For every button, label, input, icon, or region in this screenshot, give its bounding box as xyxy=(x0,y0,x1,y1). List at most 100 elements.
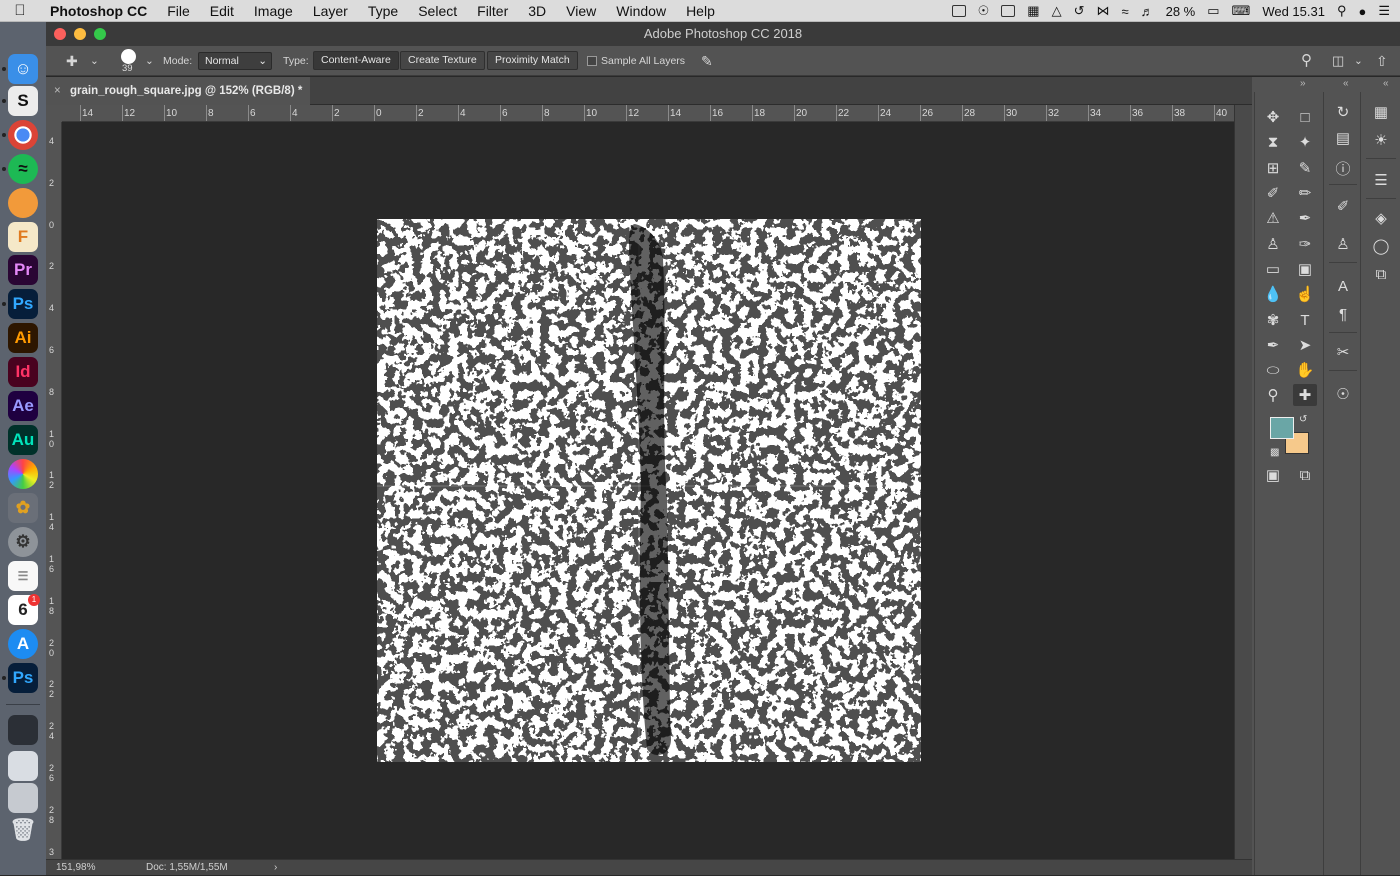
menu-file[interactable]: File xyxy=(157,3,200,19)
premiere-icon[interactable]: Pr xyxy=(8,255,38,285)
history-brush-tool-icon[interactable]: ✑ xyxy=(1293,233,1317,255)
menu-filter[interactable]: Filter xyxy=(467,3,518,19)
hand-tool-icon[interactable]: ✋ xyxy=(1293,359,1317,381)
type-tool-icon[interactable]: T xyxy=(1293,309,1317,331)
audition-icon[interactable]: Au xyxy=(8,425,38,455)
adjustments-panel-icon[interactable]: ☀ xyxy=(1369,128,1393,152)
app-menu[interactable]: Photoshop CC xyxy=(40,3,157,19)
time-machine-icon[interactable]: ↺ xyxy=(1074,3,1085,19)
adobe-status-icon[interactable] xyxy=(951,5,966,17)
document-image[interactable] xyxy=(377,219,921,762)
healing-brush-tool-icon[interactable]: ✚ xyxy=(1293,384,1317,406)
preset-dropdown-icon[interactable]: ⌄ xyxy=(90,46,99,76)
battery-percent[interactable]: 28 % xyxy=(1166,4,1196,19)
screen-mode-icon[interactable]: ⧉ xyxy=(1293,464,1317,486)
zoom-level[interactable]: 151,98% xyxy=(56,860,95,876)
info-panel-icon[interactable]: ⓘ xyxy=(1331,156,1355,180)
paths-panel-icon[interactable]: ⧉ xyxy=(1369,262,1393,286)
menu-image[interactable]: Image xyxy=(244,3,303,19)
recent-window-2[interactable] xyxy=(8,751,38,781)
spotify-icon[interactable]: ≈ xyxy=(8,154,38,184)
display-icon[interactable] xyxy=(1001,5,1016,17)
content-aware-button[interactable]: Content-Aware xyxy=(313,51,399,70)
cloud-app-icon[interactable] xyxy=(8,188,38,218)
brush-settings-icon[interactable]: ✐ xyxy=(1331,194,1355,218)
layers-panel-icon[interactable]: ◈ xyxy=(1369,206,1393,230)
recent-window-1[interactable] xyxy=(8,715,38,745)
menu-select[interactable]: Select xyxy=(408,3,467,19)
clone-stamp-tool-icon[interactable]: ♙ xyxy=(1261,233,1285,255)
menu-view[interactable]: View xyxy=(556,3,606,19)
zoom-window-button[interactable] xyxy=(94,28,106,40)
indesign-icon[interactable]: Id xyxy=(8,357,38,387)
fruit-app-icon[interactable]: ✿ xyxy=(8,493,38,523)
creative-cloud-icon[interactable]: ☉ xyxy=(978,3,990,19)
spot-healing-tool-icon[interactable]: ⚠ xyxy=(1261,207,1285,229)
vertical-scrollbar[interactable] xyxy=(1234,105,1252,859)
brush-dropdown-icon[interactable]: ⌄ xyxy=(145,46,154,76)
smudge-tool-icon[interactable]: ☝ xyxy=(1293,283,1317,305)
bluetooth-icon[interactable]: ⋈ xyxy=(1096,3,1109,19)
brush-tip-icon[interactable] xyxy=(121,49,136,64)
foreground-color-swatch[interactable] xyxy=(1270,417,1294,439)
keyboard-icon[interactable]: ⌨ xyxy=(1232,3,1251,19)
swatches-panel-icon[interactable]: ▦ xyxy=(1369,100,1393,124)
menu-layer[interactable]: Layer xyxy=(303,3,358,19)
zoom-tool-icon[interactable]: ⚲ xyxy=(1261,384,1285,406)
siri-icon[interactable]: ● xyxy=(1358,4,1366,19)
character-panel-icon[interactable]: A xyxy=(1331,274,1355,298)
create-texture-button[interactable]: Create Texture xyxy=(400,51,485,70)
search-icon[interactable]: ⚲ xyxy=(1301,46,1312,76)
status-menu-arrow-icon[interactable]: › xyxy=(274,860,277,876)
battery-icon[interactable]: ▭ xyxy=(1207,3,1219,19)
reminders-icon[interactable]: ☰ xyxy=(8,561,38,591)
pencil-tool-icon[interactable]: ✏ xyxy=(1293,182,1317,204)
canvas-area[interactable] xyxy=(62,122,1234,859)
workspace-icon[interactable]: ◫ xyxy=(1332,46,1344,76)
swap-colors-icon[interactable]: ↺ xyxy=(1299,414,1307,425)
clock[interactable]: Wed 15.31 xyxy=(1262,4,1325,19)
illustrator-icon[interactable]: Ai xyxy=(8,323,38,353)
quick-mask-icon[interactable]: ▣ xyxy=(1261,464,1285,486)
share-icon[interactable]: ⇧ xyxy=(1376,46,1388,76)
apple-menu-icon[interactable]:  xyxy=(0,2,40,19)
horizontal-ruler[interactable]: 14 12 10 8 6 4 2 0 2 4 6 8 10 12 14 16 18 20 22 24 26 28 30 32 3… xyxy=(62,105,1234,122)
crop-tool-icon[interactable]: ⊞ xyxy=(1261,157,1285,179)
magic-wand-tool-icon[interactable]: ✦ xyxy=(1293,131,1317,153)
move-tool-icon[interactable]: ✥ xyxy=(1261,106,1285,128)
stack-app-icon[interactable]: S xyxy=(8,86,38,116)
tool-presets-icon[interactable]: ✂ xyxy=(1331,340,1355,364)
sample-all-layers-checkbox[interactable] xyxy=(587,56,597,66)
minimize-window-button[interactable] xyxy=(74,28,86,40)
eraser-tool-icon[interactable]: ▭ xyxy=(1261,258,1285,280)
close-window-button[interactable] xyxy=(54,28,66,40)
healing-brush-preset-icon[interactable]: ✚ xyxy=(66,46,78,76)
menu-window[interactable]: Window xyxy=(606,3,676,19)
volume-icon[interactable]: ♬ xyxy=(1141,4,1154,19)
ellipse-tool-icon[interactable]: ⬭ xyxy=(1261,359,1285,381)
workspace-dropdown-icon[interactable]: ⌄ xyxy=(1354,46,1363,76)
menu-edit[interactable]: Edit xyxy=(200,3,244,19)
properties-panel-icon[interactable]: ▤ xyxy=(1331,126,1355,150)
expand-panels-icon-2[interactable]: « xyxy=(1383,78,1389,89)
gradient-tool-icon[interactable]: ▣ xyxy=(1293,258,1317,280)
menu-type[interactable]: Type xyxy=(358,3,408,19)
chrome-icon[interactable] xyxy=(8,120,38,150)
blur-tool-icon[interactable]: 💧 xyxy=(1261,283,1285,305)
document-tab[interactable]: × grain_rough_square.jpg @ 152% (RGB/8) … xyxy=(46,77,310,105)
brush-tool-icon[interactable]: ✐ xyxy=(1261,182,1285,204)
aftereffects-icon[interactable]: Ae xyxy=(8,391,38,421)
sponge-tool-icon[interactable]: ✾ xyxy=(1261,309,1285,331)
history-panel-icon[interactable]: ↻ xyxy=(1331,100,1355,124)
pressure-size-icon[interactable]: ✎ xyxy=(701,46,713,76)
spotlight-icon[interactable]: ⚲ xyxy=(1337,3,1347,19)
app-store-icon[interactable]: A xyxy=(8,629,38,659)
close-tab-icon[interactable]: × xyxy=(54,77,61,105)
wifi-icon[interactable]: ≈ xyxy=(1121,4,1128,19)
default-colors-icon[interactable]: ▩ xyxy=(1270,447,1279,458)
pen-tool-icon[interactable]: ✒ xyxy=(1261,334,1285,356)
expand-panels-icon[interactable]: « xyxy=(1343,78,1349,89)
lasso-tool-icon[interactable]: ⧗ xyxy=(1261,131,1285,153)
menu-help[interactable]: Help xyxy=(676,3,725,19)
path-selection-tool-icon[interactable]: ➤ xyxy=(1293,334,1317,356)
